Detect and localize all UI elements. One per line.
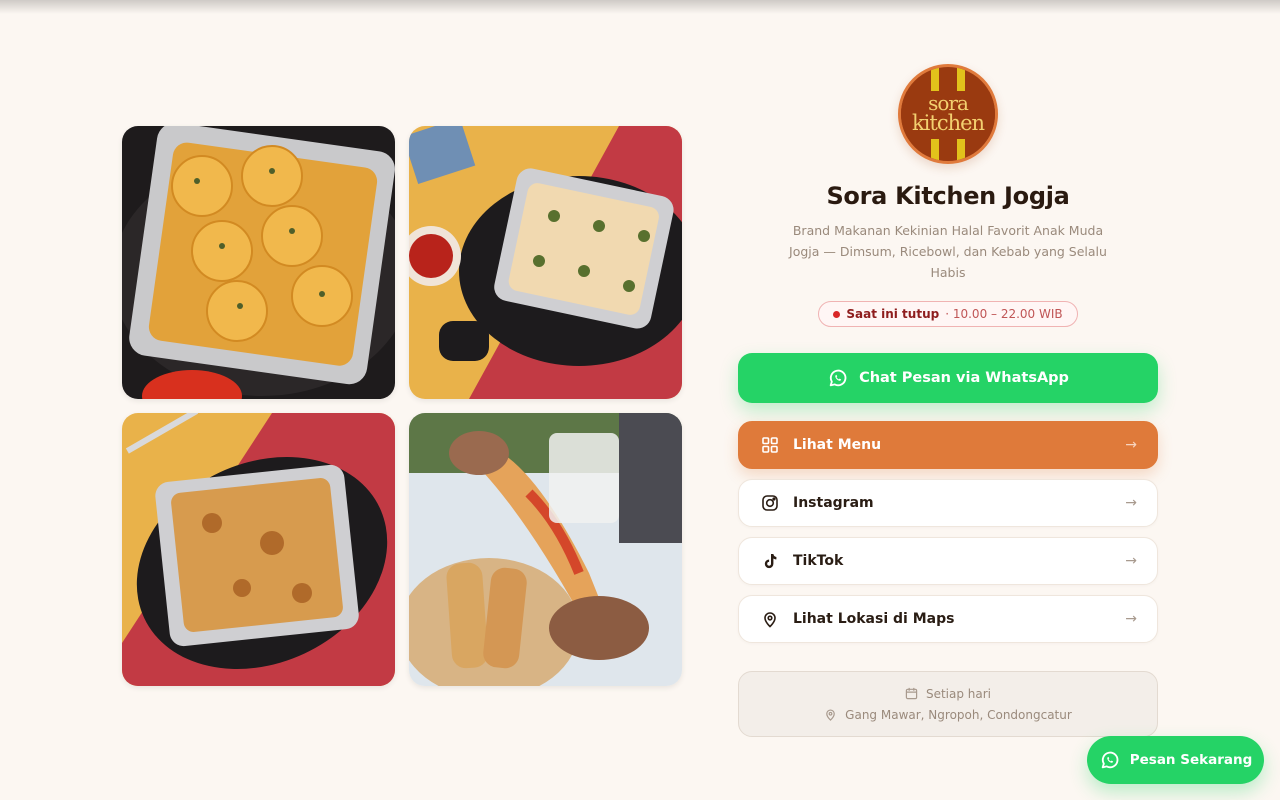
- arrow-right-icon: →: [1125, 495, 1137, 511]
- schedule-text: Setiap hari: [925, 686, 992, 701]
- maps-location-button[interactable]: Lihat Lokasi di Maps →: [738, 595, 1158, 643]
- photo-gallery: [122, 126, 682, 686]
- status-label: Saat ini tutup: [846, 307, 940, 321]
- status-badge: Saat ini tutup · 10.00 – 22.00 WIB: [818, 301, 1078, 327]
- top-bar-shadow: [0, 0, 1280, 14]
- photo-dimsum-tray: [122, 126, 395, 399]
- whatsapp-icon: [1099, 749, 1121, 771]
- opening-hours: · 10.00 – 22.00 WIB: [945, 307, 1063, 321]
- page-title: Sora Kitchen Jogja: [826, 182, 1070, 210]
- photo-dimsum-skillet: [409, 126, 682, 399]
- whatsapp-chat-button[interactable]: Chat Pesan via WhatsApp: [738, 353, 1158, 403]
- whatsapp-icon: [827, 367, 849, 389]
- profile-panel: sora kitchen Sora Kitchen Jogja Brand Ma…: [738, 64, 1158, 737]
- view-menu-label: Lihat Menu: [793, 437, 882, 453]
- address-text: Gang Mawar, Ngropoh, Condongcatur: [845, 707, 1072, 722]
- location-pin-icon: [824, 708, 837, 721]
- tiktok-label: TikTok: [793, 553, 844, 569]
- view-menu-button[interactable]: Lihat Menu →: [738, 421, 1158, 469]
- brand-description: Brand Makanan Kekinian Halal Favorit Ana…: [789, 223, 1107, 280]
- arrow-right-icon: →: [1125, 611, 1137, 627]
- maps-location-label: Lihat Lokasi di Maps: [793, 611, 955, 627]
- info-card: Setiap hari Gang Mawar, Ngropoh, Condong…: [738, 671, 1158, 737]
- arrow-right-icon: →: [1125, 437, 1137, 453]
- photo-lasagna: [122, 413, 395, 686]
- brand-logo: sora kitchen: [898, 64, 998, 164]
- map-pin-icon: [761, 610, 779, 628]
- whatsapp-chat-label: Chat Pesan via WhatsApp: [859, 370, 1069, 386]
- tiktok-link-button[interactable]: TikTok →: [738, 537, 1158, 585]
- arrow-right-icon: →: [1125, 553, 1137, 569]
- instagram-link-button[interactable]: Instagram →: [738, 479, 1158, 527]
- order-now-label: Pesan Sekarang: [1129, 752, 1253, 768]
- instagram-icon: [761, 494, 779, 512]
- tiktok-icon: [761, 552, 779, 570]
- photo-kebab-hands: [409, 413, 682, 686]
- order-now-floating-button[interactable]: Pesan Sekarang: [1087, 736, 1264, 784]
- status-dot-icon: [833, 310, 841, 318]
- logo-text-kitchen: kitchen: [911, 111, 985, 135]
- grid-icon: [761, 436, 779, 454]
- calendar-icon: [905, 687, 918, 700]
- instagram-label: Instagram: [793, 495, 874, 511]
